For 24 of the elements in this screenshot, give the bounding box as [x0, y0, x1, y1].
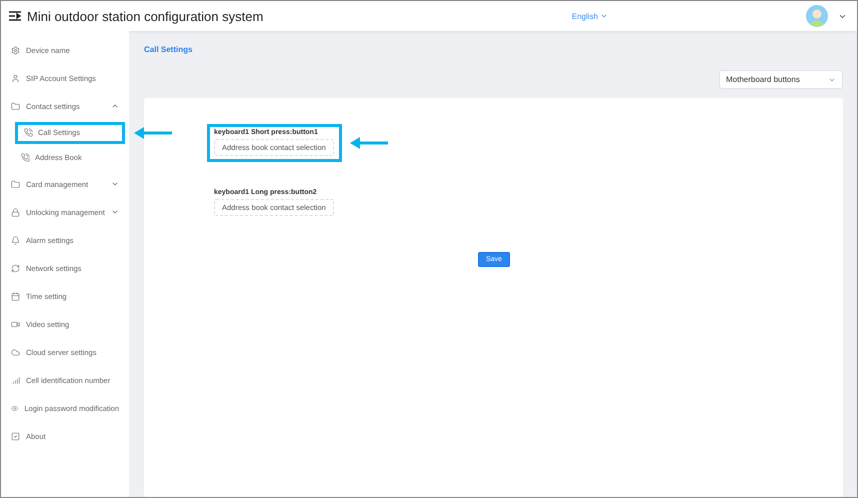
user-icon: [11, 74, 20, 82]
square-icon: [11, 432, 20, 440]
refresh-icon: [11, 264, 20, 272]
folder-icon: [11, 180, 20, 188]
bell-icon: [11, 236, 20, 244]
menu-icon[interactable]: [9, 11, 21, 21]
board-select[interactable]: Motherboard buttons: [719, 70, 843, 89]
phone-icon: [21, 153, 30, 162]
chevron-up-icon: [111, 102, 119, 110]
folder-icon: [11, 102, 20, 110]
chevron-down-icon: [111, 208, 119, 216]
page-title: Call Settings: [144, 45, 194, 54]
eye-icon: [11, 404, 18, 412]
chevron-down-icon: [600, 12, 608, 20]
cloud-icon: [11, 348, 20, 356]
signal-icon: [11, 376, 20, 384]
chevron-down-icon: [111, 180, 119, 188]
lock-icon: [11, 208, 20, 216]
camera-icon: [11, 320, 20, 328]
language-select[interactable]: English: [572, 12, 608, 20]
phone-icon: [24, 128, 33, 137]
calendar-icon: [11, 292, 20, 300]
app-title: Mini outdoor station configuration system: [27, 8, 264, 24]
gear-icon: [11, 46, 20, 54]
